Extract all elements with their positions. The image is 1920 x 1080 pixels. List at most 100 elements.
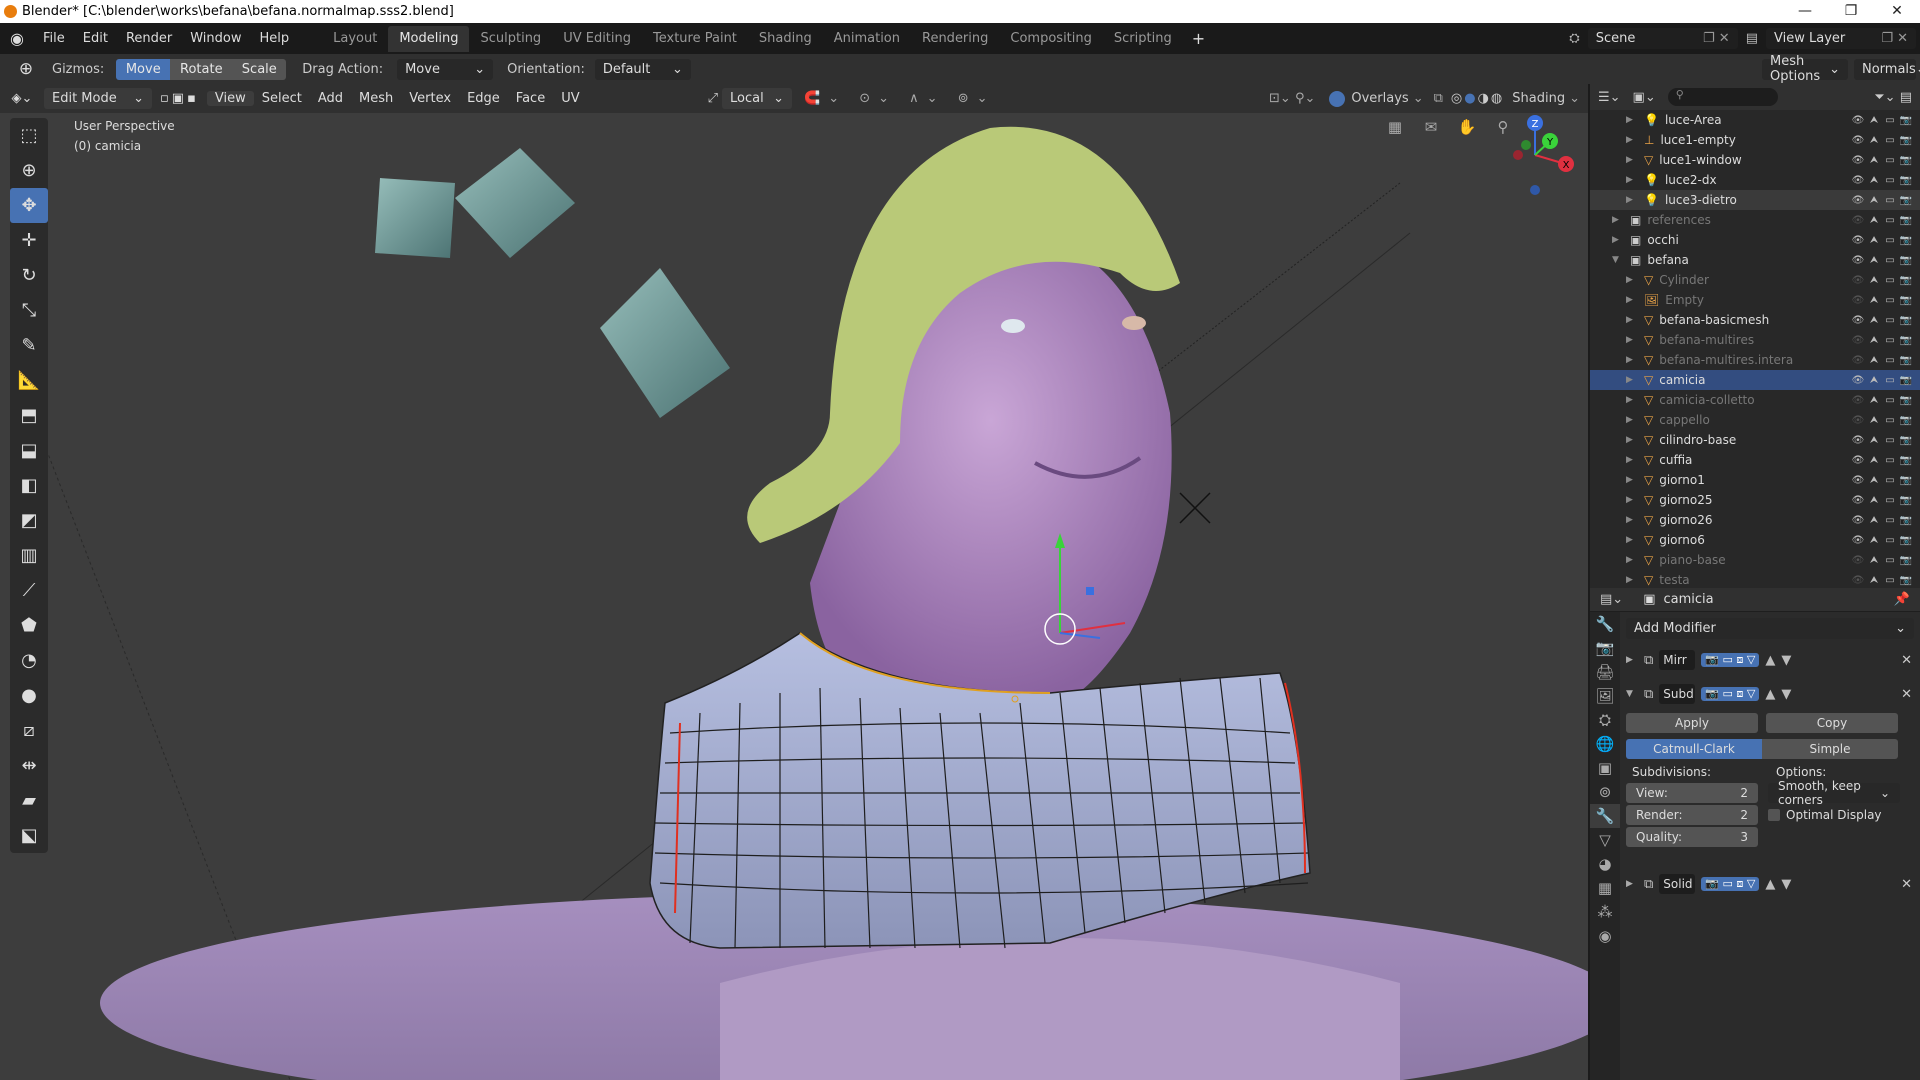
viewport-disable-icon[interactable]: ▭ [1882,375,1898,386]
physics-tab-icon[interactable]: ◉ [1590,924,1620,948]
tab-shading[interactable]: Shading [748,26,823,52]
transform-orientation-icon[interactable]: ⤢ [708,91,718,106]
viewport-disable-icon[interactable]: ▭ [1882,115,1898,126]
selectable-icon[interactable]: ⮝ [1866,555,1882,566]
render-disable-icon[interactable]: 📷 [1898,495,1914,506]
axis-neg-y-icon[interactable] [1521,140,1531,150]
modifier-header[interactable]: ▶ ⧉ Solid 📷 ▭ ⧈ ▽ ▲ ▼ ✕ [1626,871,1916,897]
visibility-eye-icon[interactable]: 👁 [1850,215,1866,226]
bevel-icon[interactable]: ◩ [10,503,48,538]
tab-texture-paint[interactable]: Texture Paint [642,26,748,52]
outliner-row[interactable]: ▶ ▽ befana-multires 👁 ⮝ ▭ 📷 [1590,330,1920,350]
remove-modifier-icon[interactable]: ✕ [1901,687,1912,702]
menu-add[interactable]: Add [310,91,351,106]
scene-icon[interactable]: ⛭ [1569,31,1579,46]
visibility-eye-icon[interactable]: 👁 [1850,115,1866,126]
editor-type-icon[interactable]: ◈⌄ [0,91,44,106]
view-layer-icon[interactable]: ▤ [1746,31,1758,46]
modifier-visibility-icons[interactable]: 📷 ▭ ⧈ ▽ [1701,877,1760,891]
render-disable-icon[interactable]: 📷 [1898,235,1914,246]
remove-modifier-icon[interactable]: ✕ [1901,877,1912,892]
modifiers-tab-icon[interactable]: 🔧 [1590,804,1620,828]
expand-icon[interactable]: ▶ [1626,879,1638,889]
selectable-icon[interactable]: ⮝ [1866,215,1882,226]
menu-render[interactable]: Render [117,23,181,54]
view-layer-actions-icon[interactable]: ❐ ✕ [1881,31,1908,46]
outliner-row[interactable]: ▶ ▽ giorno25 👁 ⮝ ▭ 📷 [1590,490,1920,510]
snap-proportional-icons[interactable]: 🧲⌄ ⊙⌄ ∧⌄ ⊚⌄ [804,91,995,106]
expand-icon[interactable]: ▶ [1626,275,1638,285]
mode-select[interactable]: Edit Mode ⌄ [44,88,152,109]
menu-mesh[interactable]: Mesh [351,91,401,106]
collapse-icon[interactable]: ▼ [1612,255,1624,265]
visibility-eye-icon[interactable]: 👁 [1850,415,1866,426]
viewport-disable-icon[interactable]: ▭ [1882,395,1898,406]
visibility-eye-icon[interactable]: 👁 [1850,515,1866,526]
visibility-eye-icon[interactable]: 👁 [1850,255,1866,266]
render-disable-icon[interactable]: 📷 [1898,575,1914,586]
move-icon[interactable]: ✛ [10,223,48,258]
transform-orientation-select[interactable]: Local ⌄ [722,88,793,109]
scene-tab-icon[interactable]: ⛭ [1590,708,1620,732]
selectable-icon[interactable]: ⮝ [1866,275,1882,286]
outliner-row[interactable]: ▶ ▽ Cylinder 👁 ⮝ ▭ 📷 [1590,270,1920,290]
selectable-icon[interactable]: ⮝ [1866,255,1882,266]
cursor-icon[interactable]: ⊕ [10,153,48,188]
modifier-header[interactable]: ▼ ⧉ Subd 📷 ▭ ⧈ ▽ ▲ ▼ ✕ [1626,681,1916,707]
outliner-row[interactable]: ▶ ⊥ luce1-empty 👁 ⮝ ▭ 📷 [1590,130,1920,150]
visibility-eye-icon[interactable]: 👁 [1850,455,1866,466]
expand-icon[interactable]: ▶ [1626,335,1638,345]
expand-icon[interactable]: ▶ [1626,555,1638,565]
menu-edit[interactable]: Edit [74,23,117,54]
selectable-icon[interactable]: ⮝ [1866,335,1882,346]
render-disable-icon[interactable]: 📷 [1898,155,1914,166]
visibility-eye-icon[interactable]: 👁 [1850,275,1866,286]
menu-help[interactable]: Help [251,23,299,54]
outliner-row[interactable]: ▶ ▽ giorno26 👁 ⮝ ▭ 📷 [1590,510,1920,530]
render-tab-icon[interactable]: 📷 [1590,636,1620,660]
copy-button[interactable]: Copy [1766,713,1898,733]
smooth-icon[interactable]: ● [10,678,48,713]
gizmo-scale-button[interactable]: Scale [232,58,287,80]
apply-button[interactable]: Apply [1626,713,1758,733]
menu-view[interactable]: View [206,91,254,106]
render-disable-icon[interactable]: 📷 [1898,195,1914,206]
outliner-row[interactable]: ▶ ▽ camicia-colletto 👁 ⮝ ▭ 📷 [1590,390,1920,410]
shrink-fatten-icon[interactable]: ⇹ [10,748,48,783]
selectable-icon[interactable]: ⮝ [1866,235,1882,246]
texture-tab-icon[interactable]: ▦ [1590,876,1620,900]
visibility-eye-icon[interactable]: 👁 [1850,235,1866,246]
render-disable-icon[interactable]: 📷 [1898,255,1914,266]
viewport-disable-icon[interactable]: ▭ [1882,435,1898,446]
axis-neg-z-icon[interactable] [1530,185,1540,195]
object-tab-icon[interactable]: ▣ [1590,756,1620,780]
outliner-row[interactable]: ▶ ▽ luce1-window 👁 ⮝ ▭ 📷 [1590,150,1920,170]
selectable-icon[interactable]: ⮝ [1866,435,1882,446]
add-cube-icon[interactable]: ⬒ [10,398,48,433]
modifier-visibility-icons[interactable]: 📷 ▭ ⧈ ▽ [1701,687,1760,701]
visibility-eye-icon[interactable]: 👁 [1850,555,1866,566]
maximize-icon[interactable]: ❐ [1828,0,1874,23]
axis-neg-x-icon[interactable] [1513,150,1523,160]
viewport-disable-icon[interactable]: ▭ [1882,315,1898,326]
extrude-icon[interactable]: ⬓ [10,433,48,468]
select-box-icon[interactable]: ⬚ [10,118,48,153]
modifier-header[interactable]: ▶ ⧉ Mirr 📷 ▭ ⧈ ▽ ▲ ▼ ✕ [1626,647,1916,673]
viewport-disable-icon[interactable]: ▭ [1882,455,1898,466]
rip-region-icon[interactable]: ⬕ [10,818,48,853]
expand-icon[interactable]: ▶ [1626,355,1638,365]
visibility-eye-icon[interactable]: 👁 [1850,375,1866,386]
render-disable-icon[interactable]: 📷 [1898,335,1914,346]
world-tab-icon[interactable]: 🌐 [1590,732,1620,756]
blender-menu-icon[interactable]: ◉ [0,29,34,48]
viewport-disable-icon[interactable]: ▭ [1882,335,1898,346]
move-down-icon[interactable]: ▼ [1781,877,1791,892]
modifier-name-field[interactable]: Solid [1659,874,1696,894]
gizmo-rotate-button[interactable]: Rotate [170,58,233,80]
outliner-row[interactable]: ▶ ▽ befana-basicmesh 👁 ⮝ ▭ 📷 [1590,310,1920,330]
add-workspace-icon[interactable]: + [1183,23,1214,54]
scene-selector[interactable]: Scene ❐ ✕ [1587,28,1738,49]
render-disable-icon[interactable]: 📷 [1898,355,1914,366]
expand-icon[interactable]: ▶ [1626,175,1638,185]
outliner-row[interactable]: ▼ ▣ befana 👁 ⮝ ▭ 📷 [1590,250,1920,270]
